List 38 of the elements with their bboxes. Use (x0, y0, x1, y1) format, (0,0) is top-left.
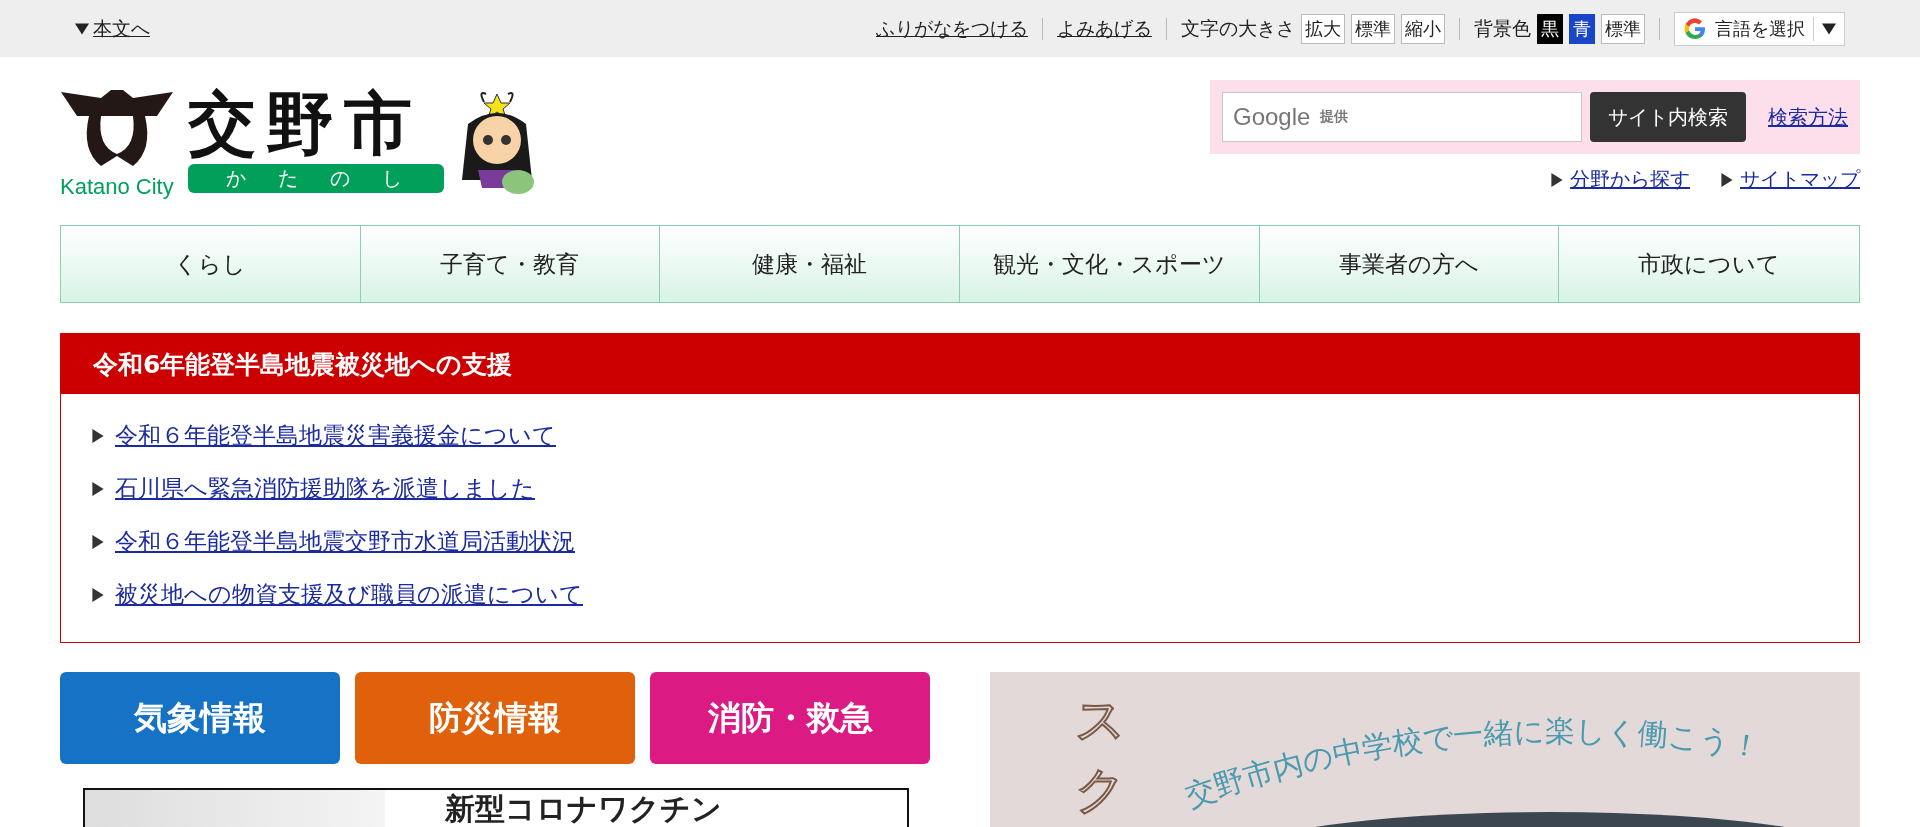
school-banner[interactable]: スク 交野市内の中学校で一緒に楽しく働こう！ (990, 672, 1860, 827)
city-name: 交野市 (187, 90, 423, 158)
city-english-name: Katano City (60, 176, 174, 198)
font-size-button[interactable]: 縮小 (1401, 13, 1445, 44)
search-button[interactable]: サイト内検索 (1590, 92, 1746, 142)
nav-tab[interactable]: 事業者の方へ (1259, 226, 1560, 302)
emergency-button[interactable]: 消防・救急 (650, 672, 930, 764)
nav-tab[interactable]: くらし (61, 226, 361, 302)
notice-link[interactable]: 令和６年能登半島地震交野市水道局活動状況 (115, 526, 575, 557)
search-field[interactable]: Google 提供 (1222, 92, 1582, 142)
nav-tab[interactable]: 健康・福祉 (660, 226, 960, 302)
top-link[interactable]: よみあげる (1057, 15, 1152, 42)
city-reading: かたのし (187, 164, 444, 193)
emergency-button[interactable]: 防災情報 (355, 672, 635, 764)
font-size-label: 文字の大きさ (1181, 15, 1295, 41)
background-color-button[interactable]: 青 (1569, 13, 1595, 44)
emergency-button[interactable]: 気象情報 (60, 672, 340, 764)
background-color-label: 背景色 (1474, 15, 1531, 41)
banner-vertical-title: スク (1075, 691, 1126, 819)
header-link[interactable]: サイトマップ (1740, 166, 1860, 193)
font-size-button[interactable]: 拡大 (1301, 13, 1345, 44)
banner-headline: 新型コロナワクチン (445, 790, 722, 827)
banner-slogan: 交野市内の中学校で一緒に楽しく働こう！ (1180, 712, 1763, 814)
top-link[interactable]: ふりがなをつける (876, 15, 1028, 42)
nav-tab[interactable]: 子育て・教育 (360, 226, 661, 302)
background-color-button[interactable]: 標準 (1601, 13, 1645, 44)
header-link[interactable]: 分野から探す (1570, 166, 1690, 193)
language-select[interactable]: 言語を選択 (1674, 11, 1845, 46)
font-size-button[interactable]: 標準 (1351, 13, 1395, 44)
notice-title: 令和6年能登半島地震被災地への支援 (61, 334, 1859, 394)
skip-link[interactable]: 本文へ (93, 15, 150, 42)
notice-link[interactable]: 被災地への物資支援及び職員の派遣について (115, 579, 583, 610)
search-help-link[interactable]: 検索方法 (1768, 103, 1848, 131)
nav-tab[interactable]: 観光・文化・スポーツ (960, 226, 1260, 302)
background-color-button[interactable]: 黒 (1537, 13, 1563, 44)
notice-link[interactable]: 令和６年能登半島地震災害義援金について (115, 420, 556, 451)
notice-link[interactable]: 石川県へ緊急消防援助隊を派遣しました (115, 473, 535, 504)
vaccine-banner[interactable]: 新型コロナワクチン (83, 788, 909, 827)
